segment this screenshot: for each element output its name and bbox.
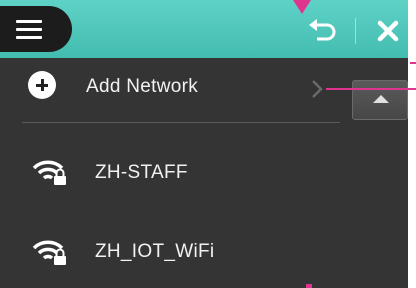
network-row-zh-iot-wifi[interactable]: ZH_IOT_WiFi (0, 220, 340, 282)
callout-line-chevron (326, 88, 416, 90)
back-button[interactable] (305, 16, 339, 46)
close-x-icon (377, 20, 399, 42)
close-button[interactable] (373, 16, 403, 46)
wifi-settings-screen: Add Network ZH-STAFF ZH_IOT_WiFi (0, 0, 408, 288)
add-network-row[interactable]: Add Network (0, 58, 340, 120)
back-arrow-icon (309, 19, 336, 41)
toolbar-divider (355, 18, 356, 44)
callout-tick-top (410, 62, 416, 64)
wifi-secured-icon (32, 240, 66, 265)
scroll-up-button[interactable] (352, 80, 408, 120)
wifi-secured-icon (32, 160, 66, 185)
row-divider (22, 122, 340, 123)
plus-circle-icon (28, 71, 56, 99)
add-network-label: Add Network (86, 76, 199, 97)
callout-tick-bottom (306, 284, 312, 288)
callout-arrow-back (293, 0, 311, 14)
top-bar (0, 0, 408, 58)
chevron-right-icon (312, 80, 323, 98)
network-ssid: ZH-STAFF (95, 162, 188, 183)
network-ssid: ZH_IOT_WiFi (95, 241, 215, 262)
menu-button[interactable] (0, 6, 72, 52)
network-row-zh-staff[interactable]: ZH-STAFF (0, 142, 340, 204)
